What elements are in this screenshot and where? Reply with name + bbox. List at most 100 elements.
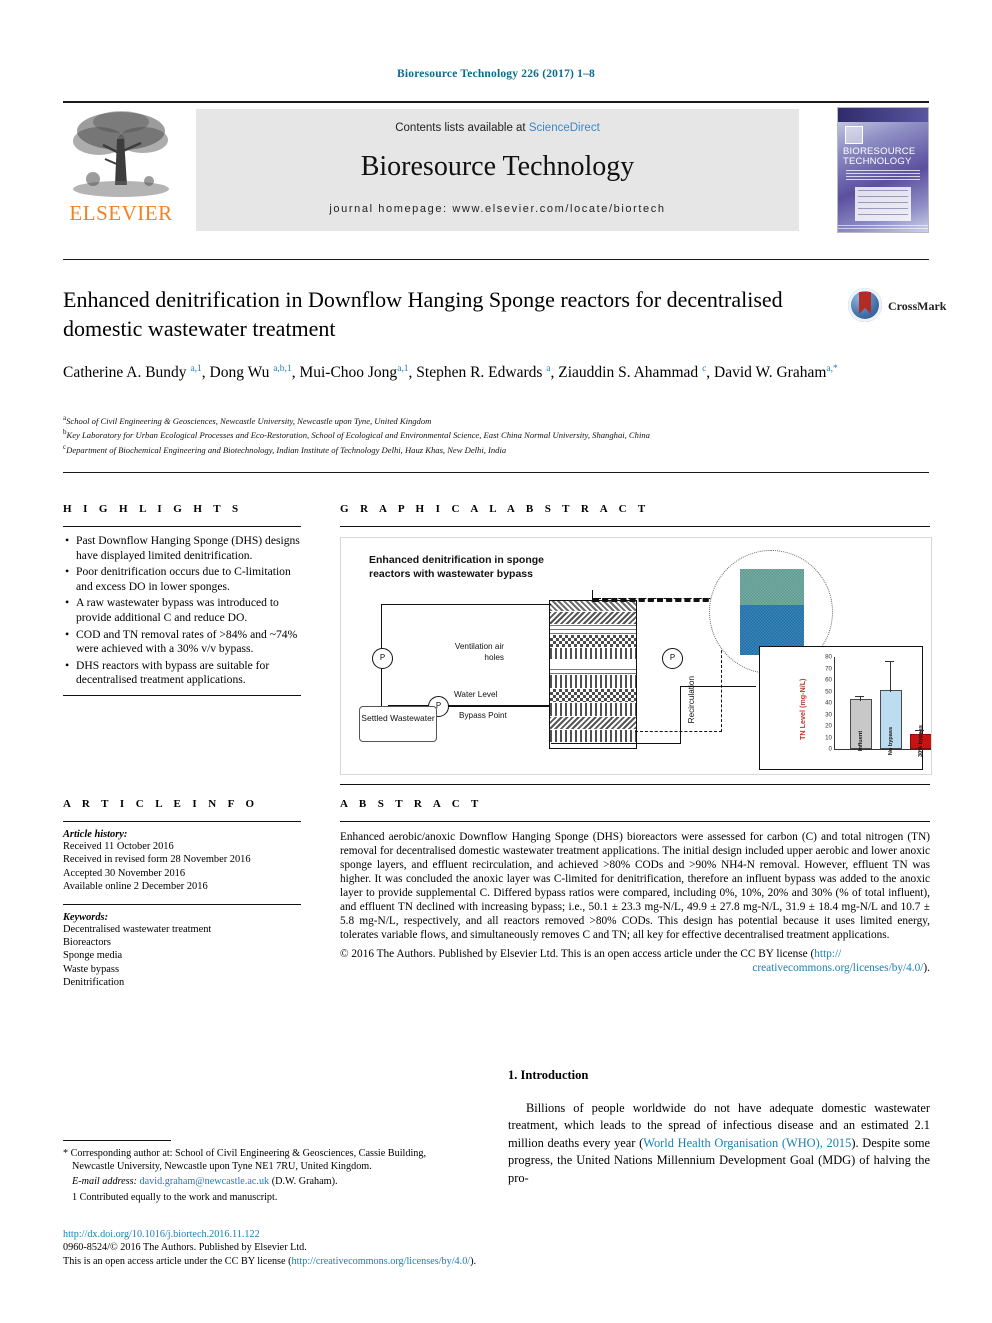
title-divider (63, 259, 929, 260)
journal-homepage[interactable]: journal homepage: www.elsevier.com/locat… (196, 183, 799, 215)
recirculation-pump-icon: P (372, 648, 393, 669)
chart-y-ticks: 0 10 20 30 40 50 60 70 80 (814, 653, 834, 753)
chart-y-tick: 30 (825, 711, 832, 718)
footnotes-section: * Corresponding author at: School of Civ… (63, 1147, 461, 1204)
email-owner: (D.W. Graham). (271, 1176, 338, 1188)
affiliation-c: cDepartment of Biochemical Engineering a… (63, 442, 931, 456)
chart-y-tick: 80 (825, 653, 832, 661)
elsevier-logo: ELSEVIER (63, 109, 179, 231)
chart-plot-area: Influent No bypass 30% bypass (834, 657, 931, 757)
tn-level-chart: TN Level (mg-N/L) 0 10 20 30 40 50 60 70… (798, 653, 931, 757)
email-note: E-mail address: david.graham@newcastle.a… (63, 1175, 461, 1188)
content-divider (63, 472, 929, 473)
effluent-riser (680, 686, 682, 744)
affiliation-text-c: Department of Biochemical Engineering an… (66, 444, 507, 455)
cover-graph-image (855, 187, 911, 221)
sponge-layer (550, 648, 636, 659)
effluent-bottom-line (551, 743, 681, 745)
article-info-heading: A R T I C L E I N F O (63, 798, 259, 810)
crossmark-label: CrossMark (888, 299, 947, 313)
cover-topbar (838, 108, 928, 122)
journal-band: Contents lists available at ScienceDirec… (196, 109, 799, 231)
author-list: Catherine A. Bundy a,1, Dong Wu a,b,1, M… (63, 364, 838, 382)
highlights-top-rule (63, 526, 301, 527)
cover-title: BIORESOURCE TECHNOLOGY (843, 146, 916, 167)
cover-elsevier-mark-icon (845, 126, 863, 144)
doi-link[interactable]: http://dx.doi.org/10.1016/j.biortech.201… (63, 1229, 260, 1240)
water-level-gap (550, 660, 636, 666)
keyword-item: Bioreactors (63, 937, 111, 949)
sponge-layer (550, 635, 636, 647)
bar-label: No bypass (888, 726, 894, 756)
keywords-group: Keywords: Decentralised wastewater treat… (63, 912, 301, 990)
graphical-abstract-heading: G R A P H I C A L A B S T R A C T (340, 503, 650, 515)
feed-riser (381, 666, 383, 708)
article-history-group: Article history: Received 11 October 201… (63, 829, 301, 894)
chart-y-axis-title: TN Level (mg-N/L) (798, 678, 807, 740)
footer-license-link[interactable]: http://creativecommons.org/licenses/by/4… (292, 1256, 471, 1267)
license-pre: This is an open access article under the… (63, 1255, 292, 1267)
chart-y-tick: 50 (825, 688, 832, 695)
chart-y-tick: 40 (825, 699, 832, 707)
error-bar-influent (859, 697, 861, 701)
journal-name: Bioresource Technology (360, 151, 635, 182)
affiliation-a: aSchool of Civil Engineering & Geoscienc… (63, 413, 931, 427)
chart-y-tick: 10 (825, 734, 832, 741)
elsevier-tree-icon (73, 111, 169, 197)
issn-line: 0960-8524/© 2016 The Authors. Published … (63, 1242, 307, 1254)
list-item: COD and TN removal rates of >84% and ~74… (65, 627, 301, 657)
page-title: Enhanced denitrification in Downflow Han… (63, 287, 783, 341)
highlights-list: Past Downflow Hanging Sponge (DHS) desig… (63, 533, 301, 688)
graphical-abstract-bottom-rule (340, 784, 930, 785)
article-info-top-rule (63, 821, 301, 822)
citation-link-who[interactable]: World Health Organisation (WHO), 2015 (643, 1136, 851, 1150)
copyright-end: ). (923, 962, 930, 974)
effluent-pump-icon: P (662, 648, 683, 669)
contents-line: Contents lists available at ScienceDirec… (196, 109, 799, 134)
doi-line[interactable]: http://dx.doi.org/10.1016/j.biortech.201… (63, 1228, 603, 1241)
corresponding-author-note: * Corresponding author at: School of Civ… (63, 1148, 427, 1173)
highlights-section: H I G H L I G H T S Past Downflow Hangin… (63, 503, 301, 696)
license-link-part1[interactable]: http:// (814, 948, 841, 960)
error-bar-30-bypass (919, 730, 921, 737)
chart-y-tick: 60 (825, 676, 832, 684)
article-info-mid-rule (63, 903, 301, 905)
contents-prefix: Contents lists available at (395, 122, 529, 134)
sciencedirect-link[interactable]: ScienceDirect (529, 122, 600, 134)
recirc-left-riser (381, 604, 383, 652)
abstract-copyright: © 2016 The Authors. Published by Elsevie… (340, 947, 930, 975)
article-history-item: Available online 2 December 2016 (63, 881, 208, 893)
sponge-layer (550, 625, 636, 634)
license-line-2: creativecommons.org/licenses/by/4.0/). (340, 961, 930, 975)
abstract-body: Enhanced aerobic/anoxic Downflow Hanging… (340, 830, 930, 942)
introduction-paragraph: Billions of people worldwide do not have… (508, 1100, 930, 1187)
keywords-label: Keywords: (63, 911, 109, 923)
sponge-layer (550, 703, 636, 716)
water-level-label: Water Level (454, 690, 498, 699)
sponge-layer (550, 667, 636, 674)
keyword-item: Waste bypass (63, 963, 120, 975)
license-link-part2[interactable]: creativecommons.org/licenses/by/4.0/ (752, 962, 923, 974)
tn-level-chart-panel: TN Level (mg-N/L) 0 10 20 30 40 50 60 70… (759, 646, 931, 770)
bypass-point-label: Bypass Point (459, 711, 507, 720)
bar-no-bypass: No bypass (880, 689, 902, 755)
abstract-section: A B S T R A C T Enhanced aerobic/anoxic … (340, 798, 930, 975)
cover-footer-lines (838, 225, 928, 230)
publication-footer: http://dx.doi.org/10.1016/j.biortech.201… (63, 1228, 603, 1268)
error-cap-influent (855, 696, 864, 698)
sponge-layer (550, 675, 636, 688)
abstract-top-rule (340, 821, 930, 822)
chart-y-tick: 0 (828, 745, 832, 753)
error-bar-no-bypass (889, 661, 891, 692)
list-item: Poor denitrification occurs due to C-lim… (65, 564, 301, 594)
sponge-cross-section-image (740, 569, 804, 655)
sponge-layer (550, 717, 636, 729)
abstract-body-text: Enhanced aerobic/anoxic Downflow Hanging… (340, 831, 930, 941)
article-history-label: Article history: (63, 829, 128, 840)
elsevier-wordmark: ELSEVIER (69, 201, 173, 225)
list-item: DHS reactors with bypass are suitable fo… (65, 658, 301, 688)
author-email-link[interactable]: david.graham@newcastle.ac.uk (140, 1176, 270, 1187)
chart-y-tick: 70 (825, 665, 832, 672)
chart-y-tick: 20 (825, 722, 832, 730)
crossmark-badge[interactable]: CrossMark (848, 288, 946, 324)
